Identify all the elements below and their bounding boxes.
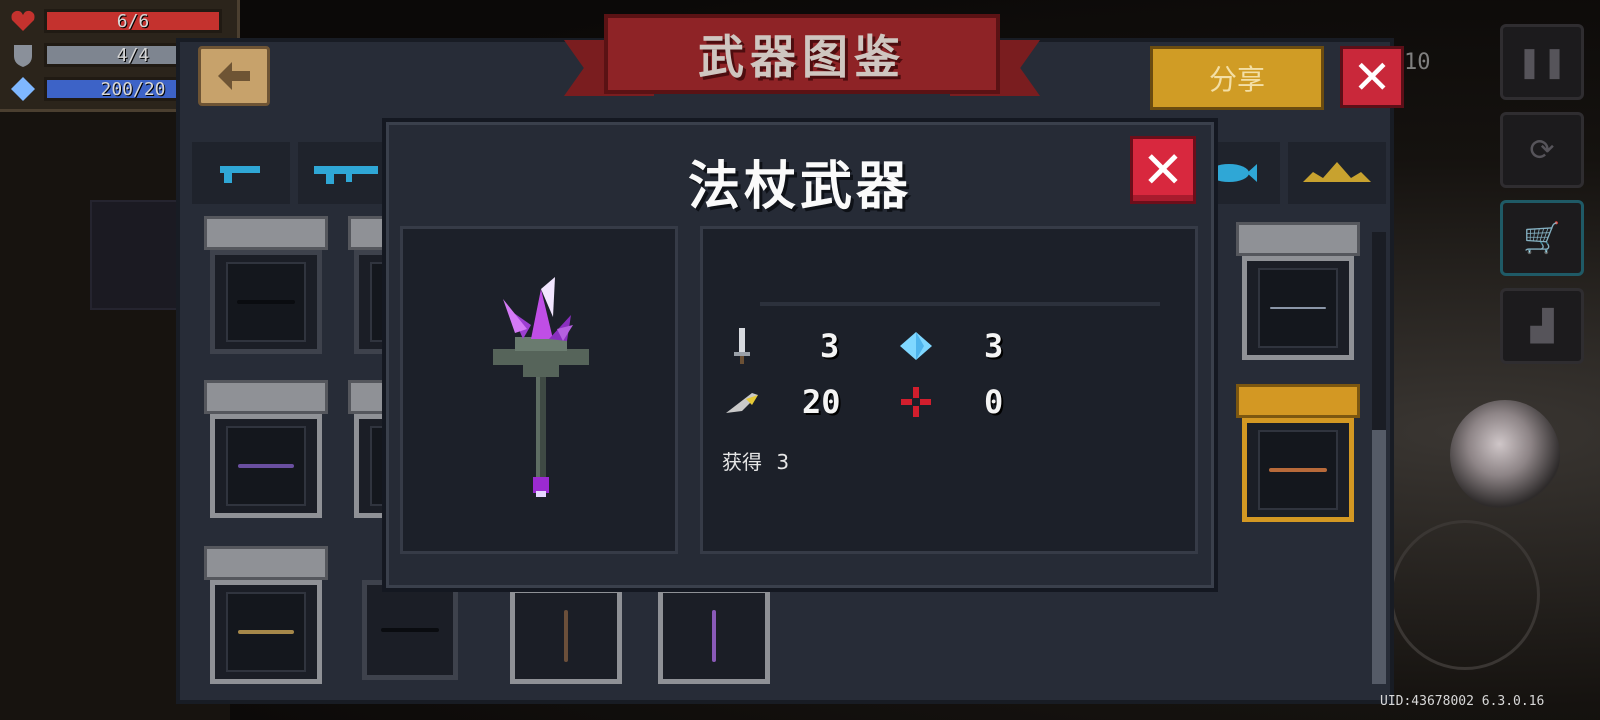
stat-damage: 3 bbox=[722, 326, 839, 366]
player-character bbox=[1450, 400, 1560, 510]
slot-box bbox=[362, 580, 458, 680]
weapon-slot[interactable] bbox=[1236, 222, 1360, 360]
shop-button[interactable]: 🛒 bbox=[1500, 200, 1584, 276]
stairs-button[interactable]: ▟ bbox=[1500, 288, 1584, 364]
swap-button[interactable]: ⟳ bbox=[1500, 112, 1584, 188]
pause-button[interactable]: ❚❚ bbox=[1500, 24, 1584, 100]
stat-energy-cost: 3 bbox=[896, 326, 1003, 366]
weapon-slot[interactable] bbox=[204, 546, 328, 684]
weapon-slot[interactable] bbox=[204, 216, 328, 354]
stat-crit-value: 20 bbox=[802, 383, 841, 421]
slot-box bbox=[1242, 418, 1354, 522]
back-button[interactable] bbox=[198, 46, 270, 106]
modal-title: 法杖武器 bbox=[687, 157, 912, 217]
tab-crown[interactable] bbox=[1288, 142, 1386, 204]
slot-cap bbox=[1236, 222, 1360, 256]
sword-icon bbox=[722, 326, 762, 366]
pistol-icon bbox=[220, 166, 260, 183]
health-text: 6/6 bbox=[116, 10, 150, 32]
slot-box bbox=[1242, 256, 1354, 360]
obtained-value: 3 bbox=[776, 450, 790, 474]
heart-icon bbox=[8, 8, 38, 34]
pause-icon: ❚❚ bbox=[1516, 44, 1568, 80]
close-icon: ✕ bbox=[1352, 50, 1392, 104]
joystick-ring bbox=[1390, 520, 1540, 670]
banner-main: 武器图鉴 bbox=[604, 14, 1000, 94]
slot-box bbox=[658, 588, 770, 684]
feather-icon bbox=[722, 382, 762, 422]
slot-box bbox=[510, 588, 622, 684]
codex-title-banner: 武器图鉴 bbox=[564, 14, 1040, 110]
weapon-slot[interactable] bbox=[652, 588, 776, 684]
slot-cap bbox=[204, 546, 328, 580]
scene-wall bbox=[90, 200, 180, 310]
weapon-slot[interactable] bbox=[362, 580, 458, 680]
modal-close-button[interactable]: ✕ bbox=[1130, 136, 1196, 204]
health-row: 6/6 bbox=[8, 8, 222, 34]
crown-icon bbox=[1303, 162, 1371, 182]
stairs-icon: ▟ bbox=[1530, 308, 1554, 344]
close-icon: ✕ bbox=[1142, 141, 1184, 199]
stat-damage-value: 3 bbox=[820, 327, 840, 365]
weapon-image-panel bbox=[400, 226, 678, 554]
weapon-slot[interactable] bbox=[204, 380, 328, 518]
crystal-staff-icon bbox=[493, 277, 589, 497]
health-bar: 6/6 bbox=[44, 9, 222, 33]
diamond-icon bbox=[896, 326, 936, 366]
obtained-count: 获得 3 bbox=[722, 446, 789, 475]
slot-cap bbox=[204, 216, 328, 250]
stat-energy-cost-value: 3 bbox=[984, 327, 1004, 365]
back-arrow-icon bbox=[218, 62, 250, 90]
uid-version-label: UID:43678002 6.3.0.16 bbox=[1380, 694, 1545, 709]
stat-crit: 20 bbox=[722, 382, 841, 422]
slot-cap bbox=[1236, 384, 1360, 418]
slot-box bbox=[210, 580, 322, 684]
swap-icon: ⟳ bbox=[1529, 132, 1555, 168]
info-divider bbox=[760, 302, 1160, 306]
weapon-slot[interactable] bbox=[504, 588, 628, 684]
obtained-label: 获得 bbox=[722, 450, 762, 474]
diamond-icon bbox=[8, 76, 38, 102]
stat-accuracy-value: 0 bbox=[984, 383, 1004, 421]
codex-title: 武器图鉴 bbox=[698, 30, 906, 84]
slot-box bbox=[210, 250, 322, 354]
cart-icon: 🛒 bbox=[1523, 220, 1561, 256]
codex-close-button[interactable]: ✕ bbox=[1340, 46, 1404, 108]
crosshair-icon bbox=[896, 382, 936, 422]
rifle-icon bbox=[314, 166, 378, 184]
floor-indicator: 10 bbox=[1404, 50, 1431, 75]
weapon-slot-selected[interactable] bbox=[1236, 384, 1360, 522]
slot-cap bbox=[204, 380, 328, 414]
slot-box bbox=[210, 414, 322, 518]
share-button[interactable]: 分享 bbox=[1150, 46, 1324, 110]
stat-accuracy: 0 bbox=[896, 382, 1003, 422]
scrollbar-thumb[interactable] bbox=[1372, 430, 1386, 684]
tab-pistol[interactable] bbox=[192, 142, 290, 204]
shield-icon bbox=[8, 42, 38, 68]
